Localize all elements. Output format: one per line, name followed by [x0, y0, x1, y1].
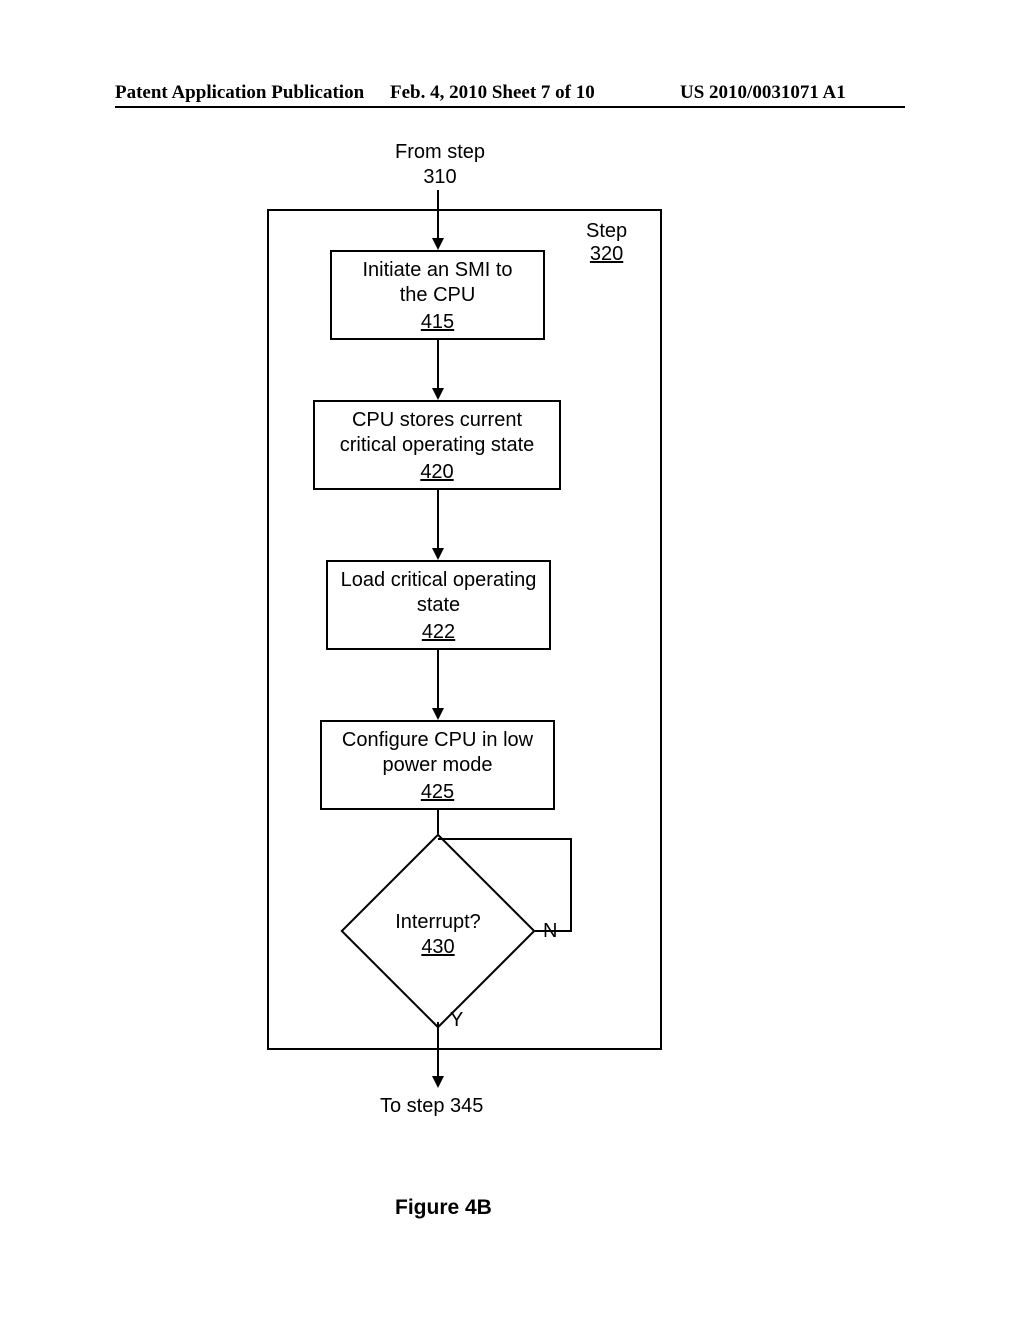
figure-caption: Figure 4B [395, 1196, 492, 1220]
box-415-ref: 415 [332, 310, 543, 335]
box-425-ref: 425 [322, 780, 553, 805]
connector-430-yes [437, 1022, 439, 1078]
patent-page: Patent Application Publication Feb. 4, 2… [0, 0, 1024, 1320]
from-step-label: From step 310 [375, 140, 505, 190]
process-box-425: Configure CPU in low power mode 425 [320, 720, 555, 810]
arrowhead-icon [432, 1076, 444, 1088]
header-rule [115, 106, 905, 108]
arrowhead-icon [432, 708, 444, 720]
connector-430-no-h1 [535, 930, 572, 932]
connector-415-420 [437, 340, 439, 390]
to-step-label: To step 345 [380, 1094, 483, 1119]
box-415-text: Initiate an SMI to the CPU [362, 259, 512, 306]
box-425-text: Configure CPU in low power mode [342, 729, 533, 776]
box-422-text: Load critical operating state [341, 569, 537, 616]
header-center: Feb. 4, 2010 Sheet 7 of 10 [390, 82, 595, 104]
arrowhead-icon [432, 238, 444, 250]
connector-430-no-h2 [438, 838, 572, 840]
box-420-ref: 420 [315, 460, 559, 485]
arrowhead-icon [432, 388, 444, 400]
header-right: US 2010/0031071 A1 [680, 82, 846, 104]
step-ref: 320 [586, 243, 627, 266]
connector-430-no-v [570, 838, 572, 932]
arrowhead-icon [432, 548, 444, 560]
decision-430-label: Interrupt? 430 [368, 910, 508, 960]
process-box-420: CPU stores current critical operating st… [313, 400, 561, 490]
decision-430-text: Interrupt? [395, 911, 481, 933]
step-320-caption: Step 320 [586, 220, 627, 266]
box-422-ref: 422 [328, 620, 549, 645]
header-left: Patent Application Publication [115, 82, 364, 104]
box-420-text: CPU stores current critical operating st… [340, 409, 535, 456]
connector-420-422 [437, 490, 439, 550]
decision-430-ref: 430 [421, 936, 454, 958]
yes-label: Y [450, 1008, 463, 1033]
connector-from-to-415 [437, 190, 439, 240]
connector-422-425 [437, 650, 439, 710]
process-box-422: Load critical operating state 422 [326, 560, 551, 650]
step-word: Step [586, 220, 627, 242]
process-box-415: Initiate an SMI to the CPU 415 [330, 250, 545, 340]
